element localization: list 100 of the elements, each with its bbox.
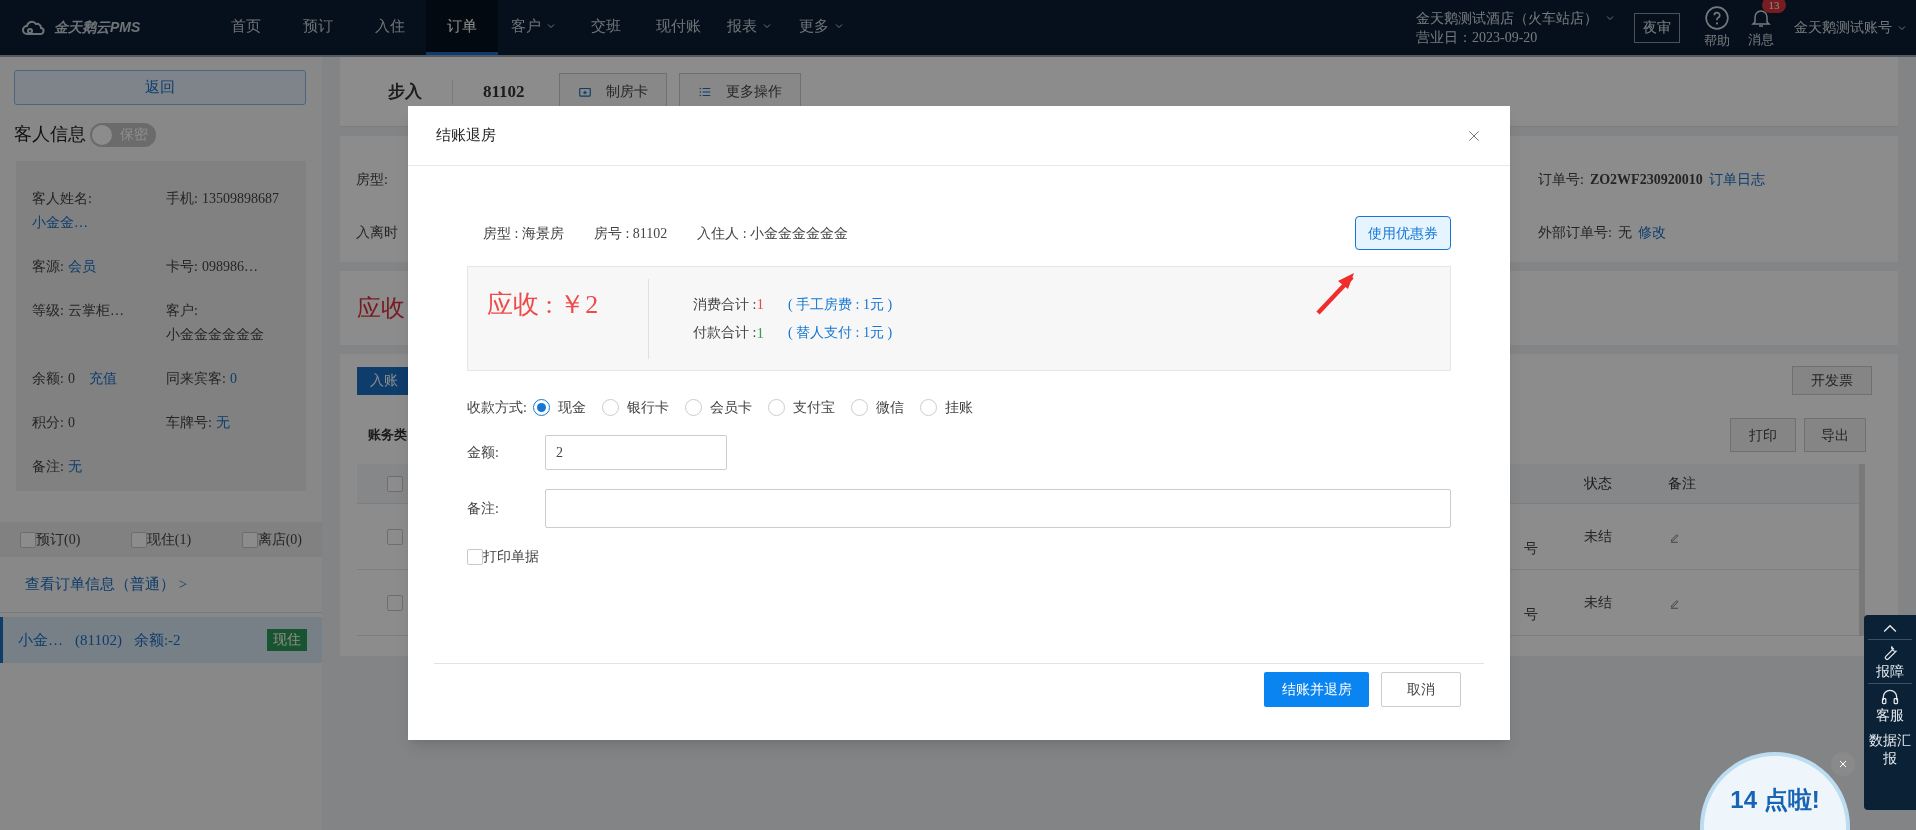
order-info-link[interactable]: 查看订单信息（普通） > — [25, 573, 188, 596]
cancel-button[interactable]: 取消 — [1381, 672, 1461, 707]
radio-option[interactable]: 银行卡 — [601, 397, 669, 418]
radio-button[interactable] — [919, 399, 937, 416]
post-entry-button[interactable]: 入账 — [357, 366, 410, 395]
receivable-label: 应收 — [357, 294, 405, 323]
checkbox[interactable] — [130, 531, 147, 548]
recharge-link[interactable]: 充值 — [88, 367, 117, 391]
radio-option[interactable]: 挂账 — [919, 397, 973, 418]
info-text: 房号 : 81102 — [593, 224, 668, 243]
print-button[interactable]: 打印 — [1730, 418, 1796, 452]
status-cell-text: 未结 — [1584, 594, 1613, 612]
field-label: 卡号: — [166, 258, 198, 276]
close-button[interactable] — [1831, 752, 1855, 776]
field-label: 客人姓名: — [32, 190, 93, 208]
radio-option[interactable]: 现金 — [532, 397, 586, 418]
room-list-item[interactable]: 小金… (81102) 余额:-2 现住 — [0, 617, 322, 663]
total-label: 消费合计 : — [693, 295, 757, 314]
radio-button[interactable] — [601, 399, 619, 416]
filter-label[interactable]: 现住(1) — [146, 529, 192, 550]
side-panel-button[interactable]: 报障 — [1868, 639, 1912, 683]
back-button[interactable]: 返回 — [14, 70, 306, 105]
receivable-amount: 应收 : ￥2 — [486, 289, 600, 321]
order-number: ZO2WF230920010 — [1589, 171, 1703, 189]
field-label: 客源: — [32, 258, 64, 276]
nav-tab[interactable]: 入住 — [354, 0, 426, 55]
field-label: 房型: — [356, 171, 389, 189]
field-value: 无 — [1617, 224, 1632, 242]
side-panel-button[interactable]: 客服 — [1868, 683, 1912, 727]
message-count-badge: 13 — [1762, 0, 1786, 13]
amount-field[interactable]: 2 — [545, 435, 727, 470]
field-value: 云掌柜… — [67, 302, 124, 320]
field-label: 手机: — [166, 190, 198, 208]
nav-tab[interactable]: 报表 — [714, 0, 786, 55]
field-label: 入离时 — [356, 224, 398, 242]
field-link[interactable]: 无 — [67, 455, 82, 479]
total-label: 付款合计 : — [693, 324, 757, 343]
checkbox[interactable] — [241, 531, 258, 548]
help-button[interactable]: 帮助 — [1704, 0, 1730, 55]
info-text: 入住人 : 小金金金金金金 — [697, 224, 849, 243]
invoice-button[interactable]: 开发票 — [1792, 366, 1872, 395]
nav-tab[interactable]: 订单 — [426, 0, 498, 55]
room-number: (81102) — [75, 630, 122, 650]
remark-field[interactable] — [545, 489, 1451, 528]
nav-tab[interactable]: 客户 — [498, 0, 570, 55]
room-number: 81102 — [483, 80, 525, 103]
status-cell-text: 未结 — [1584, 528, 1613, 546]
headset-icon — [1880, 687, 1900, 707]
checkbox[interactable] — [467, 548, 483, 565]
export-button[interactable]: 导出 — [1804, 418, 1866, 452]
checkbox[interactable] — [387, 594, 403, 611]
field-link[interactable]: 0 — [229, 367, 237, 391]
radio-button[interactable] — [767, 399, 785, 416]
total-value: 1 — [756, 295, 764, 314]
nav-tab[interactable]: 首页 — [210, 0, 282, 55]
checkbox[interactable] — [20, 531, 36, 548]
hotel-name[interactable]: 金天鹅测试酒店（火车站店） — [1416, 8, 1598, 28]
radio-button[interactable] — [532, 399, 550, 416]
total-value: 1 — [756, 323, 764, 343]
nav-tab[interactable]: 更多 — [786, 0, 858, 55]
order-title: 步入 — [388, 80, 422, 103]
field-label: 账务类 — [368, 426, 407, 445]
close-icon — [1837, 758, 1849, 770]
checkout-button[interactable]: 结账并退房 — [1264, 672, 1369, 707]
night-audit-button[interactable]: 夜审 — [1634, 12, 1680, 43]
field-label: 同来宾客: — [166, 370, 226, 388]
side-panel-button[interactable]: 数据汇报 — [1868, 729, 1912, 770]
radio-option[interactable]: 微信 — [850, 397, 904, 418]
filter-label[interactable]: 预订(0) — [36, 529, 81, 550]
checkbox[interactable] — [387, 475, 403, 492]
order-log-link[interactable]: 订单日志 — [1708, 169, 1765, 190]
column-header: 状态 — [1584, 475, 1613, 493]
balance-text: 余额:-2 — [133, 630, 181, 650]
nav-tab[interactable]: 现付账 — [642, 0, 714, 55]
section-title: 客人信息 — [14, 123, 86, 146]
checkbox[interactable] — [387, 528, 403, 545]
radio-button[interactable] — [684, 399, 702, 416]
radio-button[interactable] — [850, 399, 868, 416]
account-name[interactable]: 金天鹅测试账号 — [1794, 17, 1892, 38]
field-link[interactable]: 会员 — [67, 255, 96, 279]
nav-tab[interactable]: 交班 — [570, 0, 642, 55]
filter-label[interactable]: 离店(0) — [257, 529, 302, 550]
field-link[interactable]: 小金金… — [32, 211, 162, 235]
status-badge: 现住 — [267, 629, 307, 651]
checkbox-label[interactable]: 打印单据 — [483, 546, 539, 567]
field-label: 备注: — [467, 500, 500, 518]
field-label: 客户: — [166, 302, 198, 320]
radio-option[interactable]: 支付宝 — [767, 397, 835, 418]
radio-option[interactable]: 会员卡 — [684, 397, 752, 418]
info-text: 房型 : 海景房 — [483, 224, 564, 243]
field-value: 13509898687 — [201, 190, 279, 208]
column-header: 备注 — [1668, 475, 1696, 493]
field-label: 订单号: — [1538, 171, 1584, 189]
nav-tab[interactable]: 预订 — [282, 0, 354, 55]
field-value: 098986… — [201, 258, 258, 276]
field-link[interactable]: 无 — [215, 411, 230, 435]
use-coupon-button[interactable]: 使用优惠券 — [1355, 216, 1451, 250]
edit-link[interactable]: 修改 — [1637, 222, 1666, 243]
reminder-text: 14 点啦! — [1730, 785, 1820, 812]
field-value: 0 — [67, 414, 75, 432]
